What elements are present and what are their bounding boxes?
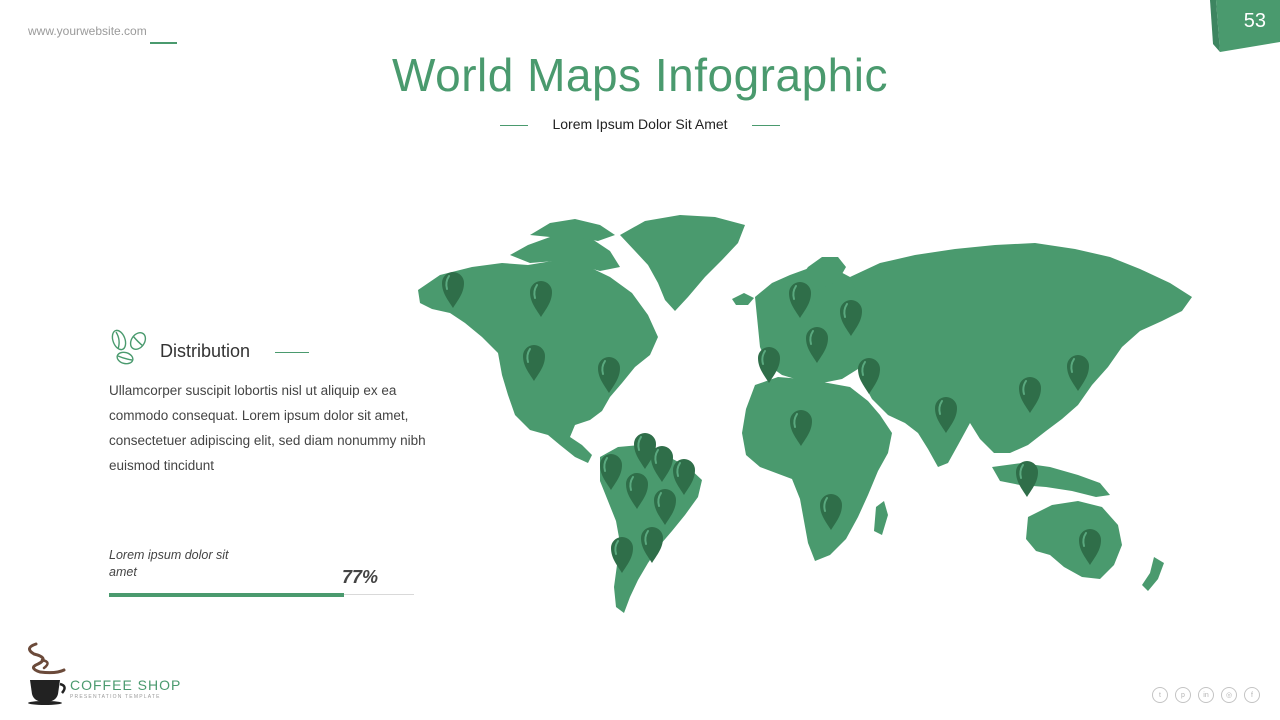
distribution-heading: Distribution	[160, 341, 251, 361]
website-url[interactable]: www.yourwebsite.com	[28, 24, 147, 38]
facebook-icon[interactable]: f	[1244, 687, 1260, 703]
instagram-icon[interactable]: ◎	[1221, 687, 1237, 703]
madagascar	[874, 501, 888, 535]
subtitle-line-right	[752, 125, 780, 126]
social-icons: t p in ◎ f	[1152, 687, 1260, 703]
southeast-asia-islands	[992, 463, 1110, 497]
pinterest-icon[interactable]: p	[1175, 687, 1191, 703]
map-pin-icon	[1015, 460, 1039, 498]
page-subtitle: Lorem Ipsum Dolor Sit Amet	[552, 116, 728, 132]
distribution-body: Ullamcorper suscipit lobortis nisl ut al…	[109, 383, 426, 473]
asia	[850, 243, 1192, 467]
logo-name: COFFEE SHOP	[70, 677, 182, 693]
twitter-icon[interactable]: t	[1152, 687, 1168, 703]
coffee-cup-logo-icon	[28, 642, 66, 705]
africa	[742, 377, 892, 561]
iceland	[732, 293, 754, 305]
page-title: World Maps Infographic	[392, 49, 888, 101]
linkedin-icon[interactable]: in	[1198, 687, 1214, 703]
distribution-heading-line	[275, 352, 309, 353]
new-zealand	[1142, 557, 1164, 591]
progress-fill	[109, 593, 344, 597]
progress-label: Lorem ipsum dolor sit amet	[109, 548, 229, 579]
greenland	[620, 215, 745, 311]
progress-value: 77%	[342, 567, 379, 587]
australia	[1026, 501, 1122, 579]
world-map	[418, 215, 1192, 613]
coffee-beans-icon	[111, 329, 147, 365]
website-underline	[150, 42, 177, 44]
logo-tagline: PRESENTATION TEMPLATE	[70, 694, 161, 700]
page-number: 53	[1243, 10, 1266, 32]
